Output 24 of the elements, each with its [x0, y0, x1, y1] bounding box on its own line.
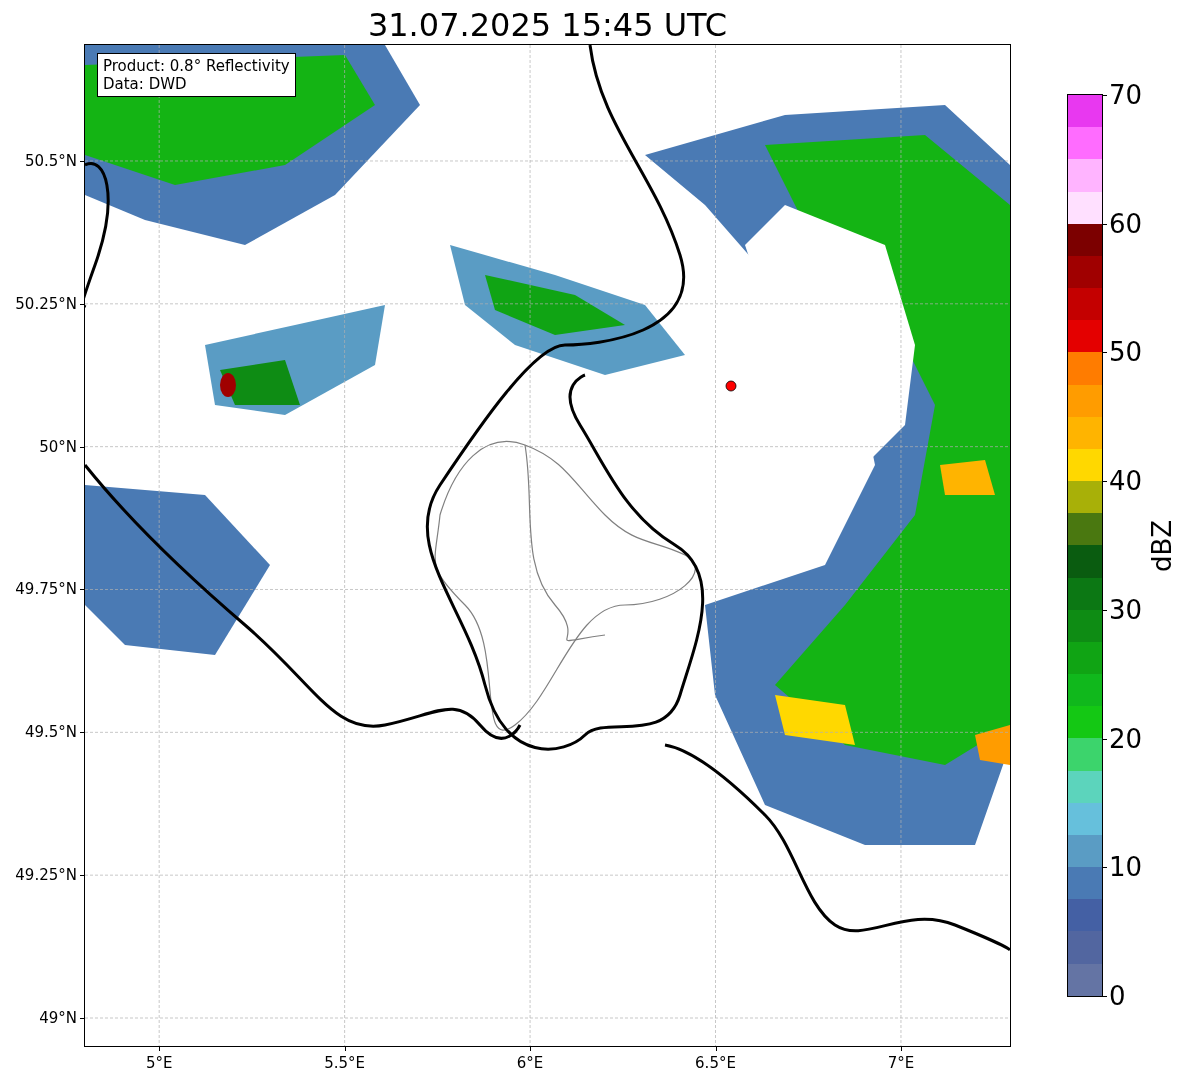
longitude-label: 5°E — [145, 1054, 173, 1072]
colorbar-tick-label: 30 — [1109, 594, 1143, 625]
longitude-label: 5.5°E — [324, 1054, 366, 1072]
colorbar-tick-label: 70 — [1109, 80, 1143, 110]
legend-text: Product: 0.8° Reflectivity — [103, 57, 290, 75]
latitude-label: 49.5°N — [24, 723, 77, 742]
longitude-label: 6.5°E — [695, 1054, 736, 1072]
colorbar-title: dBZ — [1147, 519, 1177, 572]
latitude-label: 50.5°N — [24, 151, 77, 170]
latitude-label: 49°N — [39, 1009, 77, 1027]
chart-title: 31.07.2025 15:45 UTC — [367, 5, 728, 45]
legend-text: Data: DWD — [103, 75, 188, 93]
colorbar-tick-label: 0 — [1109, 981, 1126, 1011]
colorbar-tick-label: 10 — [1109, 852, 1143, 883]
latitude-label: 49.75°N — [15, 580, 77, 599]
latitude-label: 50.25°N — [15, 294, 77, 313]
latitude-label: 49.25°N — [15, 866, 77, 885]
longitude-label: 6°E — [516, 1054, 544, 1072]
longitude-label: 7°E — [887, 1054, 915, 1072]
colorbar-tick-label: 40 — [1109, 466, 1143, 497]
colorbar-tick-label: 50 — [1109, 337, 1143, 368]
colorbar-tick-label: 60 — [1109, 208, 1143, 239]
colorbar-tick-label: 20 — [1109, 723, 1143, 754]
latitude-label: 50°N — [39, 437, 77, 456]
